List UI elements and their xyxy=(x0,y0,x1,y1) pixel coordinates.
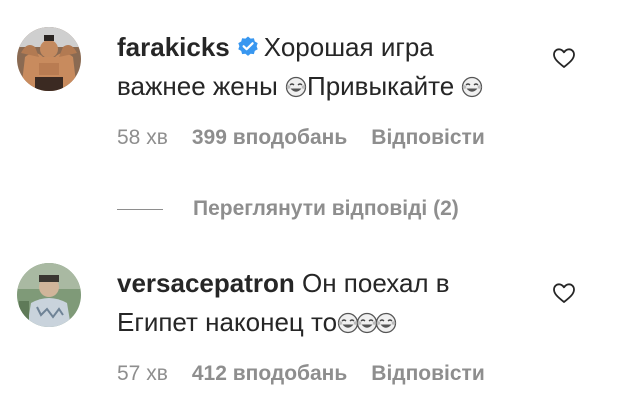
comment-item: farakicks Хорошая игра важнее жены Привык… xyxy=(0,0,620,220)
heart-outline-icon[interactable] xyxy=(552,282,576,304)
reply-button[interactable]: Відповісти xyxy=(371,125,484,151)
likes-count[interactable]: 399 вподобань xyxy=(192,125,347,151)
comment-timestamp: 57 хв xyxy=(117,362,168,385)
comment-text-line2: важнее жены xyxy=(117,71,278,101)
username-link[interactable]: farakicks xyxy=(117,32,230,62)
comments-panel: farakicks Хорошая игра важнее жены Привык… xyxy=(0,0,620,419)
comment-body: farakicks Хорошая игра важнее жены Привык… xyxy=(117,28,537,106)
comment-text-line1: Он поехал в xyxy=(302,268,450,298)
view-replies-button[interactable]: Переглянути відповіді (2) xyxy=(117,196,459,222)
view-replies-label: Переглянути відповіді (2) xyxy=(193,197,459,220)
heart-outline-icon[interactable] xyxy=(552,47,576,69)
comment-item: versacepatron Он поехал в Египет наконец… xyxy=(0,250,620,419)
likes-count[interactable]: 412 вподобань xyxy=(192,361,347,387)
comment-meta: 57 хв 412 вподобань Відповісти xyxy=(117,361,485,387)
face-with-tears-of-joy-emoji xyxy=(462,76,483,98)
comment-meta: 58 хв 399 вподобань Відповісти xyxy=(117,125,485,151)
comment-text-line2b: Привыкайте xyxy=(307,71,455,101)
comment-timestamp: 58 хв xyxy=(117,126,168,149)
divider-line xyxy=(117,208,163,210)
face-with-tears-of-joy-emoji xyxy=(375,312,397,334)
comment-text-line1: Хорошая игра xyxy=(263,32,434,62)
avatar-image xyxy=(17,27,81,91)
avatar-image xyxy=(17,263,81,327)
avatar[interactable] xyxy=(17,27,81,91)
emoji-group xyxy=(337,306,397,345)
reply-button[interactable]: Відповісти xyxy=(371,361,484,387)
face-with-tears-of-joy-emoji xyxy=(285,76,307,98)
comment-body: versacepatron Он поехал в Египет наконец… xyxy=(117,264,537,345)
comment-text-line2: Египет наконец то xyxy=(117,307,338,337)
avatar[interactable] xyxy=(17,263,81,327)
username-link[interactable]: versacepatron xyxy=(117,268,295,298)
verified-badge-icon xyxy=(238,36,258,56)
